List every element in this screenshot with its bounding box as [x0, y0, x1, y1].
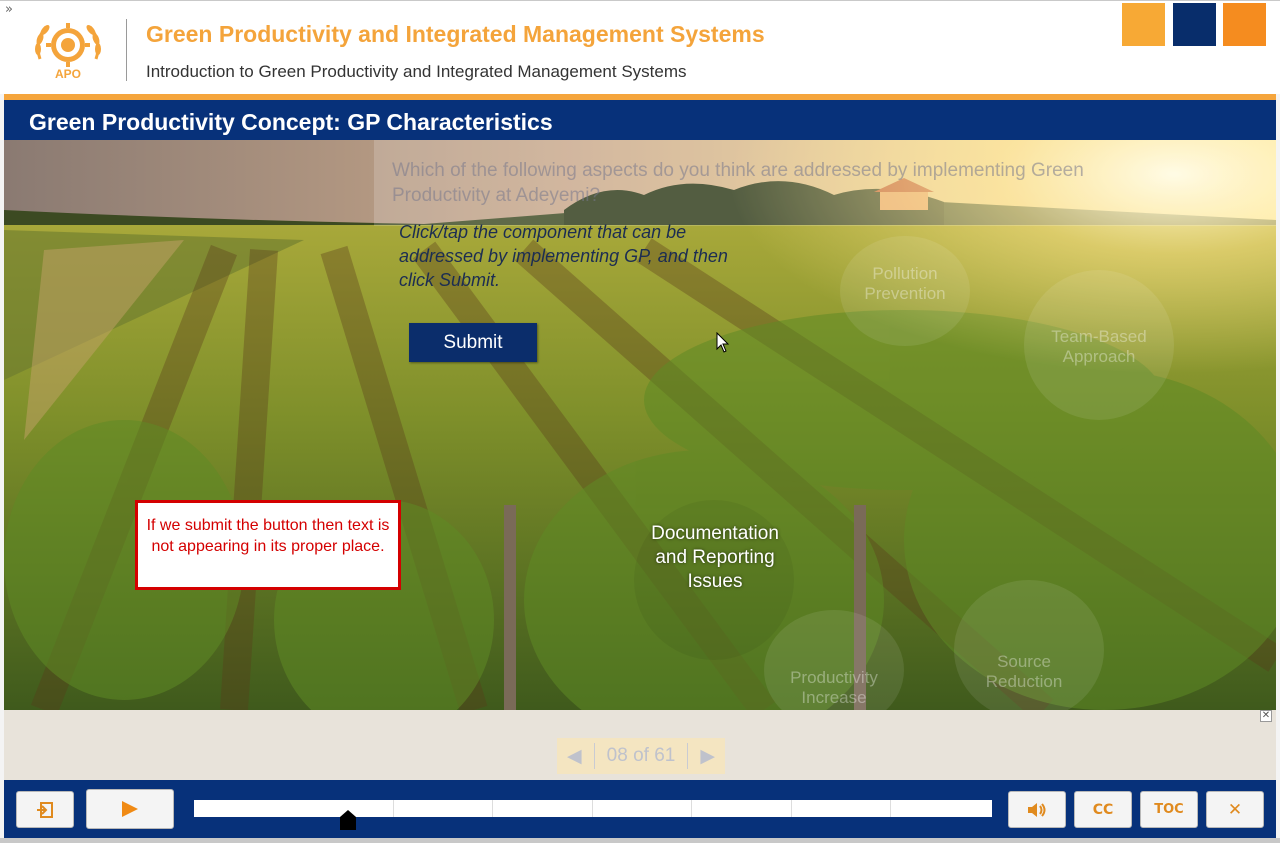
annotation-note: If we submit the button then text is not… — [135, 500, 401, 590]
slide-stage: Which of the following aspects do you th… — [4, 140, 1276, 710]
playbar: CC TOC ✕ — [4, 780, 1276, 838]
exit-icon — [37, 801, 53, 818]
progress-scrubber-icon[interactable] — [340, 810, 356, 830]
play-button[interactable] — [86, 789, 174, 829]
course-title: Green Productivity and Integrated Manage… — [146, 21, 765, 47]
header-divider — [126, 19, 127, 81]
instruction-text: Click/tap the component that can be addr… — [399, 222, 728, 290]
submit-button[interactable]: Submit — [409, 323, 537, 362]
question-panel: Which of the following aspects do you th… — [374, 140, 1276, 226]
window-bottom-edge — [0, 838, 1280, 843]
volume-icon — [1028, 802, 1046, 817]
volume-button[interactable] — [1008, 791, 1066, 828]
apo-logo: APO — [35, 23, 101, 81]
close-icon[interactable]: ✕ — [1260, 710, 1272, 722]
brand-square-2 — [1173, 3, 1216, 46]
logo-text: APO — [55, 67, 81, 81]
exit-button[interactable] — [16, 791, 74, 828]
slide-title-bar: Green Productivity Concept: GP Character… — [4, 100, 1276, 140]
slide-counter: 08 of 61 — [606, 745, 676, 766]
pager-separator — [687, 743, 689, 769]
team-based-label: Team-Based Approach — [1051, 327, 1147, 366]
source-reduction-label: Source Reduction — [985, 652, 1063, 691]
prev-slide-icon[interactable]: ◀ — [567, 745, 582, 768]
expand-sidebar-icon[interactable]: » — [5, 3, 13, 17]
pollution-prevention-label: Pollution Prevention — [864, 264, 946, 303]
next-slide-icon[interactable]: ▶ — [700, 745, 715, 768]
documentation-label: Documentation and Reporting Issues — [651, 523, 779, 592]
toc-button[interactable]: TOC — [1140, 791, 1198, 828]
slide-pager: ◀ 08 of 61 ▶ — [557, 738, 725, 774]
cc-button[interactable]: CC — [1074, 791, 1132, 828]
close-button[interactable]: ✕ — [1206, 791, 1264, 828]
brand-square-3 — [1223, 3, 1266, 46]
brand-square-1 — [1122, 3, 1165, 46]
course-subtitle: Introduction to Green Productivity and I… — [146, 62, 687, 81]
question-text: Which of the following aspects do you th… — [392, 160, 1084, 206]
navigation-strip: ✕ ◀ 08 of 61 ▶ — [4, 710, 1276, 780]
play-icon — [122, 801, 138, 817]
slide-title: Green Productivity Concept: GP Character… — [29, 109, 553, 135]
mouse-cursor-icon — [716, 332, 730, 353]
progress-bar[interactable] — [194, 800, 992, 817]
productivity-label: Productivity Increase — [790, 668, 878, 707]
course-header: » APO Green Productivity and Integrated … — [0, 0, 1280, 94]
pager-separator — [593, 743, 595, 769]
